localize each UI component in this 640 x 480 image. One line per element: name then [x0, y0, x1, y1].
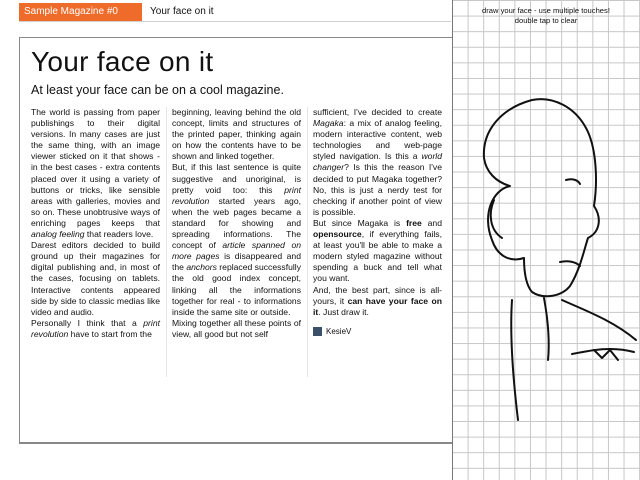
article-frame-top — [19, 37, 452, 38]
article-frame-left — [19, 37, 20, 443]
hand-mark — [593, 349, 619, 361]
arm — [571, 347, 635, 355]
article-column-1: The world is passing from paper publishi… — [31, 107, 160, 340]
paragraph: The world is passing from paper publishi… — [31, 107, 160, 240]
paragraph: But since Magaka is free and opensource,… — [313, 217, 442, 284]
head-outline — [482, 98, 600, 298]
header-divider — [19, 21, 451, 22]
column-divider — [307, 107, 308, 377]
paragraph: Darest editors decided to build ground u… — [31, 240, 160, 317]
paragraph: beginning, leaving behind the old concep… — [172, 107, 301, 162]
paragraph: But, if this last sentence is quite sugg… — [172, 162, 301, 317]
article-subtitle: At least your face can be on a cool maga… — [31, 83, 284, 97]
article-frame-bottom — [19, 442, 452, 444]
article-column-3: sufficient, I've decided to create Magak… — [313, 107, 442, 337]
ear — [489, 199, 503, 239]
paragraph: Personally I think that a print revoluti… — [31, 317, 160, 339]
author-name: KesieV — [326, 326, 352, 336]
paragraph: Mixing together all these points of view… — [172, 317, 301, 339]
article-title: Your face on it — [31, 46, 214, 77]
shoulder — [561, 299, 637, 341]
eye — [565, 178, 581, 185]
header-article-title: Your face on it — [150, 6, 214, 17]
neck-front — [543, 297, 550, 361]
neck-back — [510, 299, 519, 421]
paragraph: And, the best part, since is all-yours, … — [313, 284, 442, 317]
mouth — [559, 260, 581, 267]
face-sketch — [482, 98, 637, 421]
author-avatar — [313, 326, 322, 336]
column-divider — [166, 107, 167, 377]
magazine-tab[interactable]: Sample Magazine #0 — [19, 3, 142, 21]
magazine-header: Sample Magazine #0 Your face on it — [19, 3, 452, 22]
paragraph: sufficient, I've decided to create Magak… — [313, 107, 442, 217]
author-byline: KesieV — [313, 326, 442, 337]
article-column-2: beginning, leaving behind the old concep… — [172, 107, 301, 340]
